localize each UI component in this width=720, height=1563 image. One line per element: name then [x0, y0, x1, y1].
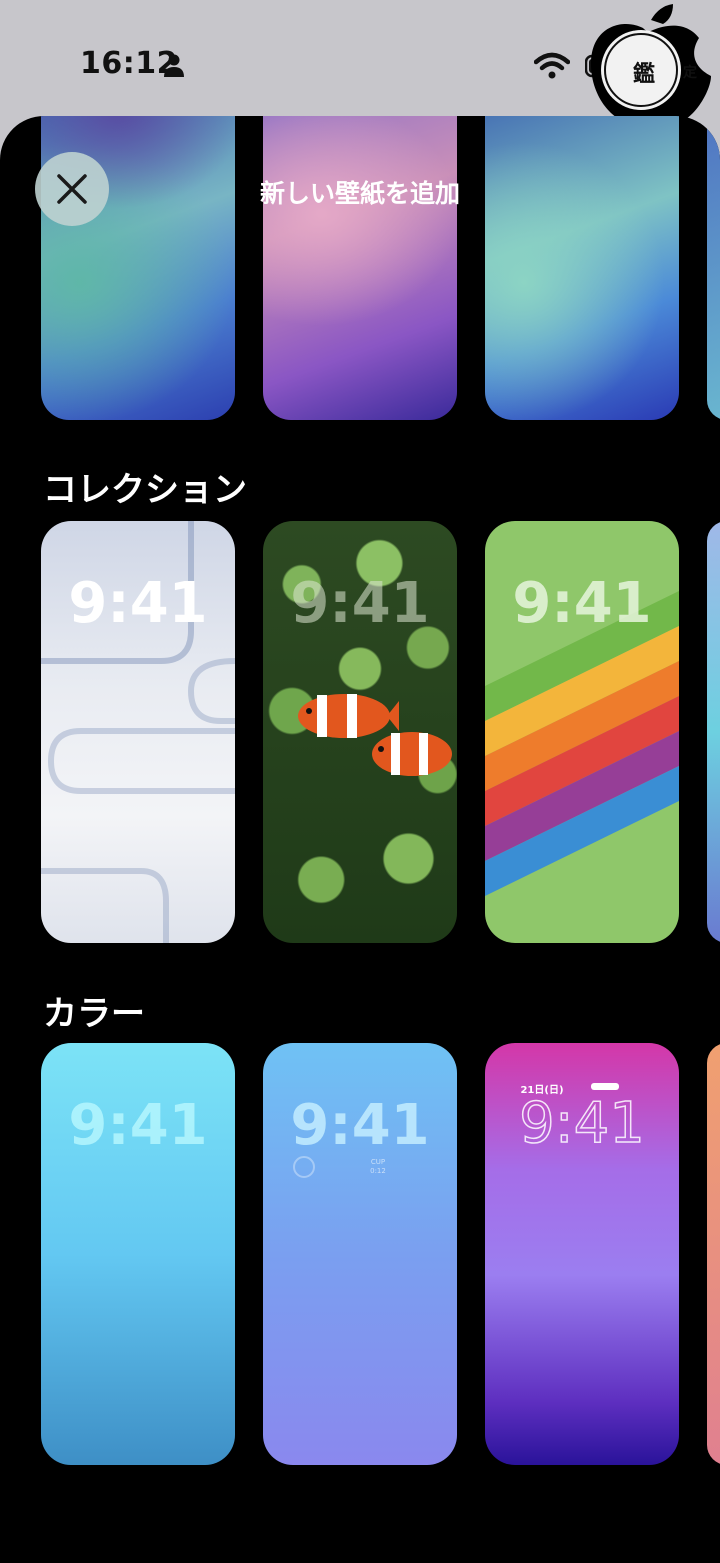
cup-widget-label: CUP: [370, 1158, 386, 1166]
card-time: 9:41: [518, 1090, 645, 1157]
wifi-icon: [534, 52, 570, 79]
watermark-text-small: 定: [683, 65, 697, 81]
add-wallpaper-sheet: 新しい壁紙を追加 コレクション 9:41 9:41 9:41 カラー 9:41 …: [0, 116, 720, 1563]
card-time: 9:41: [68, 571, 208, 636]
collection-wallpaper-3[interactable]: 9:41: [485, 521, 679, 943]
cup-widget-value: 0:12: [370, 1167, 386, 1175]
watermark-text: 鑑: [633, 62, 656, 87]
featured-wallpaper-3[interactable]: [485, 116, 679, 420]
collection-wallpaper-2[interactable]: 9:41: [263, 521, 457, 943]
date-widget-bar: [591, 1083, 619, 1090]
collection-wallpaper-1[interactable]: 9:41: [41, 521, 235, 943]
section-title-collection: コレクション: [43, 470, 247, 510]
color-wallpaper-4[interactable]: [707, 1043, 720, 1465]
section-title-color: カラー: [43, 994, 145, 1034]
gauge-widget: [293, 1156, 315, 1178]
clownfish-2: [372, 732, 452, 776]
person-icon: [164, 54, 184, 77]
color-wallpaper-2[interactable]: 9:41 CUP 0:12: [263, 1043, 457, 1465]
color-wallpaper-1[interactable]: 9:41: [41, 1043, 235, 1465]
sheet-title: 新しい壁紙を追加: [259, 179, 460, 208]
color-wallpaper-3[interactable]: 21日(日) 9:41: [485, 1043, 679, 1465]
card-time: 9:41: [290, 571, 430, 636]
card-time: 9:41: [512, 571, 652, 636]
card-time: 9:41: [68, 1093, 208, 1158]
status-bar: 16:12 鑑 定: [0, 0, 720, 123]
featured-wallpaper-4[interactable]: [707, 116, 720, 420]
card-time: 9:41: [290, 1093, 430, 1158]
collection-wallpaper-4[interactable]: [707, 521, 720, 943]
featured-wallpaper-2[interactable]: [263, 116, 457, 420]
